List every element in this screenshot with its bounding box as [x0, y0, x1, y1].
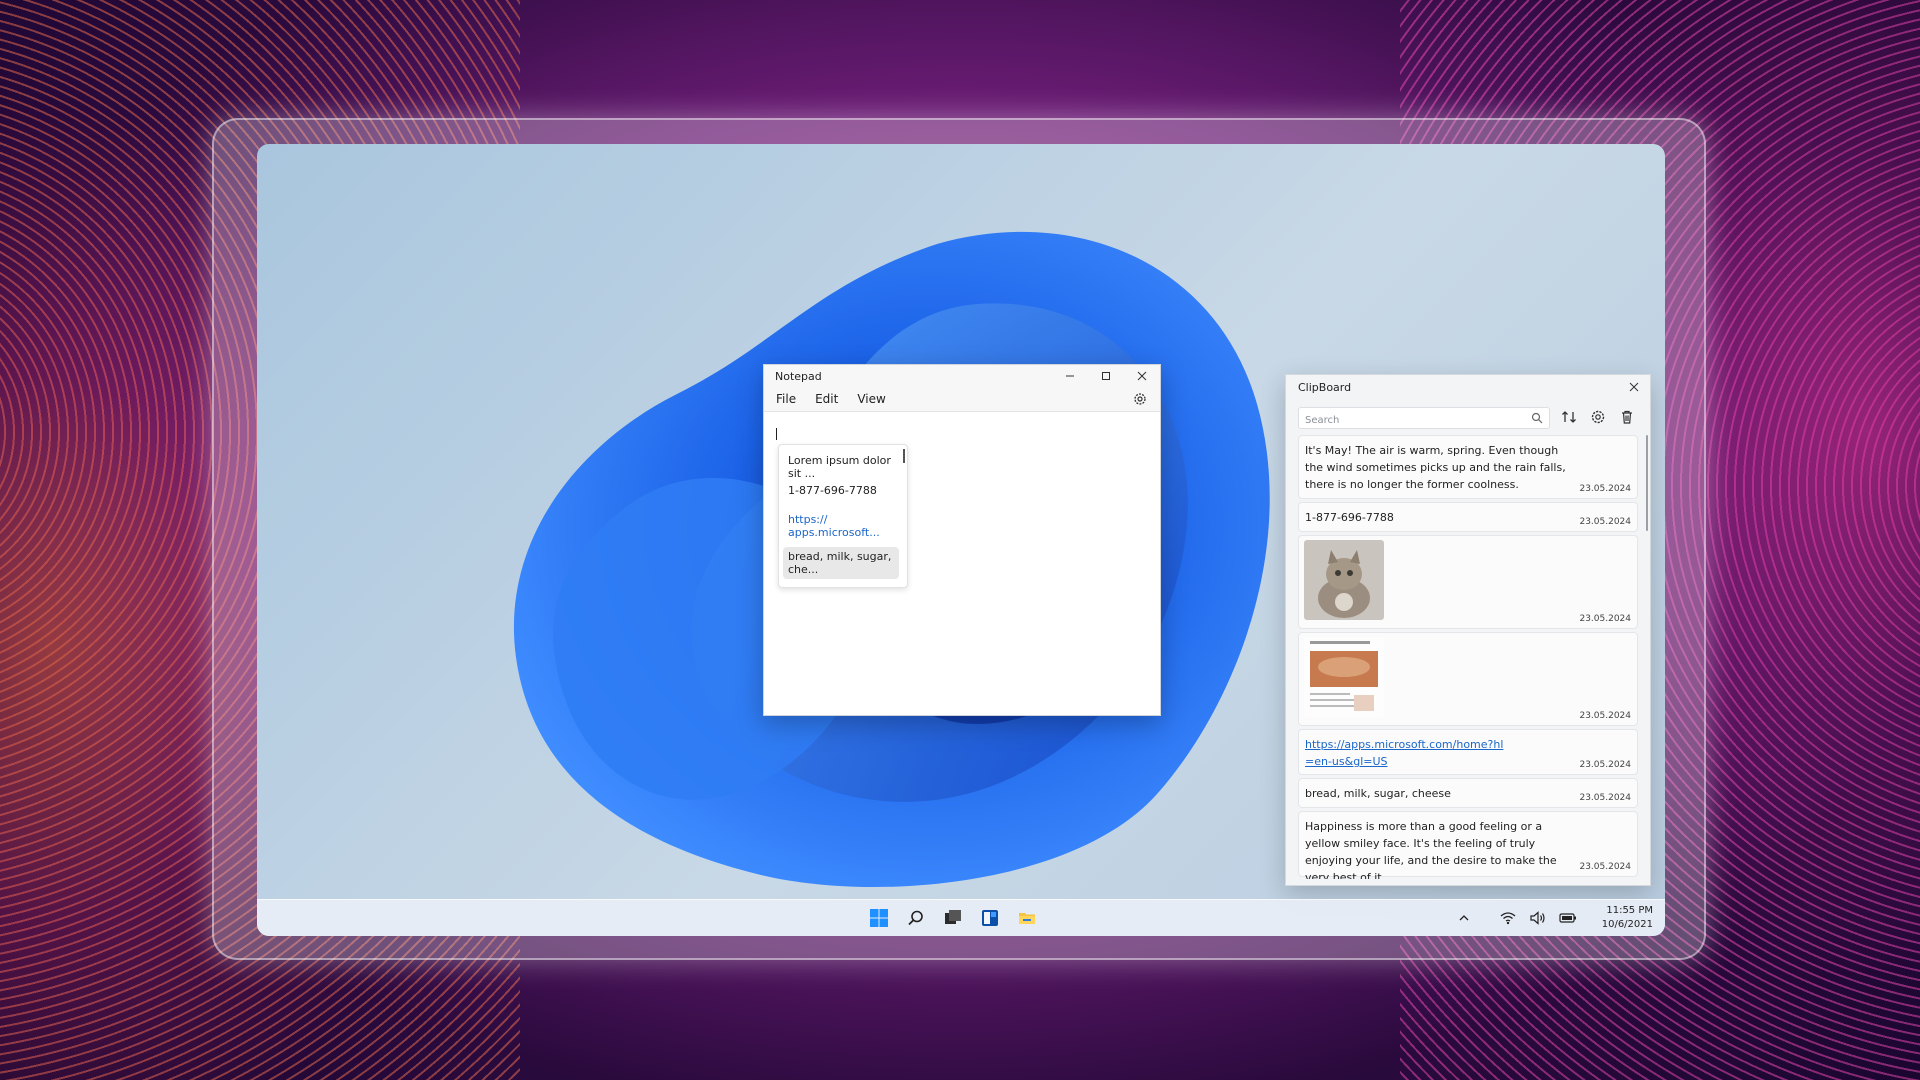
suggestion-item[interactable]: 1-877-696-7788	[783, 481, 899, 500]
text-caret	[776, 428, 777, 440]
menu-view[interactable]: View	[857, 392, 885, 406]
suggestion-scrollbar[interactable]	[903, 449, 905, 463]
search-icon[interactable]	[1531, 412, 1543, 424]
minimize-button[interactable]	[1052, 365, 1088, 387]
sort-button[interactable]	[1558, 406, 1580, 428]
notepad-text-area[interactable]: Lorem ipsum dolor sit ... 1-877-696-7788…	[764, 412, 1160, 715]
clipboard-item-date: 23.05.2024	[1579, 614, 1631, 624]
wifi-icon[interactable]	[1498, 908, 1518, 928]
clipboard-item-date: 23.05.2024	[1579, 760, 1631, 770]
clipboard-settings-button[interactable]	[1587, 406, 1609, 428]
clipboard-history-list: It's May! The air is warm, spring. Even …	[1298, 435, 1638, 879]
clipboard-item-image[interactable]: 23.05.2024	[1298, 535, 1638, 629]
clipboard-titlebar: ClipBoard	[1286, 375, 1650, 399]
clipboard-item[interactable]: 1-877-696-7788 23.05.2024	[1298, 502, 1638, 532]
widgets-icon[interactable]	[978, 906, 1002, 930]
suggestion-item-link[interactable]: https:// apps.microsoft...	[783, 510, 899, 542]
clipboard-item-date: 23.05.2024	[1579, 484, 1631, 494]
volume-icon[interactable]	[1528, 908, 1548, 928]
notepad-title: Notepad	[775, 369, 822, 383]
clipboard-title: ClipBoard	[1298, 380, 1352, 394]
document-thumbnail	[1304, 637, 1384, 717]
minimize-icon	[1066, 375, 1074, 377]
clipboard-search-input[interactable]	[1299, 410, 1531, 431]
close-button[interactable]	[1124, 365, 1160, 387]
clipboard-item-url[interactable]: https://apps.microsoft.com/home?hl=en-us…	[1305, 736, 1505, 770]
clipboard-item-text: Happiness is more than a good feeling or…	[1305, 820, 1557, 879]
trash-icon	[1622, 410, 1632, 424]
clipboard-item-text: It's May! The air is warm, spring. Even …	[1305, 444, 1566, 491]
notepad-menubar: File Edit View	[764, 387, 1160, 412]
menu-file[interactable]: File	[776, 392, 796, 406]
notepad-window[interactable]: Notepad File Edit View Lorem ipsum dolor…	[763, 364, 1161, 716]
clipboard-item[interactable]: Happiness is more than a good feeling or…	[1298, 811, 1638, 879]
maximize-icon	[1102, 372, 1110, 380]
clipboard-item-text: 1-877-696-7788	[1305, 511, 1394, 524]
chevron-up-icon[interactable]	[1454, 908, 1474, 928]
clock-time: 11:55 PM	[1606, 905, 1653, 916]
desktop-screen: Notepad File Edit View Lorem ipsum dolor…	[257, 144, 1665, 936]
menu-edit[interactable]: Edit	[815, 392, 838, 406]
sort-arrows-icon	[1562, 411, 1576, 423]
clipboard-suggestion-popup: Lorem ipsum dolor sit ... 1-877-696-7788…	[778, 444, 908, 588]
maximize-button[interactable]	[1088, 365, 1124, 387]
close-icon	[1137, 371, 1147, 381]
clipboard-scrollbar[interactable]	[1646, 435, 1648, 531]
clipboard-item-date: 23.05.2024	[1579, 862, 1631, 872]
close-icon	[1629, 382, 1639, 392]
settings-gear-icon[interactable]	[1132, 391, 1148, 407]
suggestion-item[interactable]: Lorem ipsum dolor sit ...	[783, 451, 899, 483]
kitten-thumbnail	[1304, 540, 1384, 620]
clipboard-item-link[interactable]: https://apps.microsoft.com/home?hl=en-us…	[1298, 729, 1638, 775]
suggestion-item-selected[interactable]: bread, milk, sugar, che...	[783, 547, 899, 579]
gear-icon	[1591, 410, 1605, 424]
clear-all-button[interactable]	[1616, 406, 1638, 428]
task-view-icon[interactable]	[941, 906, 965, 930]
clipboard-item[interactable]: bread, milk, sugar, cheese 23.05.2024	[1298, 778, 1638, 808]
windows-start-icon[interactable]	[867, 906, 891, 930]
clipboard-item[interactable]: It's May! The air is warm, spring. Even …	[1298, 435, 1638, 499]
clipboard-item-date: 23.05.2024	[1579, 517, 1631, 527]
clipboard-item-date: 23.05.2024	[1579, 711, 1631, 721]
battery-icon[interactable]	[1558, 908, 1578, 928]
clock-date: 10/6/2021	[1601, 919, 1653, 930]
clipboard-search-box	[1298, 407, 1550, 431]
clipboard-item-text: bread, milk, sugar, cheese	[1305, 787, 1451, 800]
file-explorer-icon[interactable]	[1015, 906, 1039, 930]
document-image	[1304, 637, 1384, 717]
system-clock[interactable]: 11:55 PM 10/6/2021	[1602, 904, 1653, 932]
clipboard-close-button[interactable]	[1624, 377, 1644, 397]
search-icon[interactable]	[904, 906, 928, 930]
clipboard-item-date: 23.05.2024	[1579, 793, 1631, 803]
kitten-image	[1304, 540, 1384, 620]
clipboard-item-image[interactable]: 23.05.2024	[1298, 632, 1638, 726]
clipboard-panel[interactable]: ClipBoard Search It's May! The air is wa…	[1285, 374, 1651, 886]
taskbar: 11:55 PM 10/6/2021	[257, 899, 1665, 936]
